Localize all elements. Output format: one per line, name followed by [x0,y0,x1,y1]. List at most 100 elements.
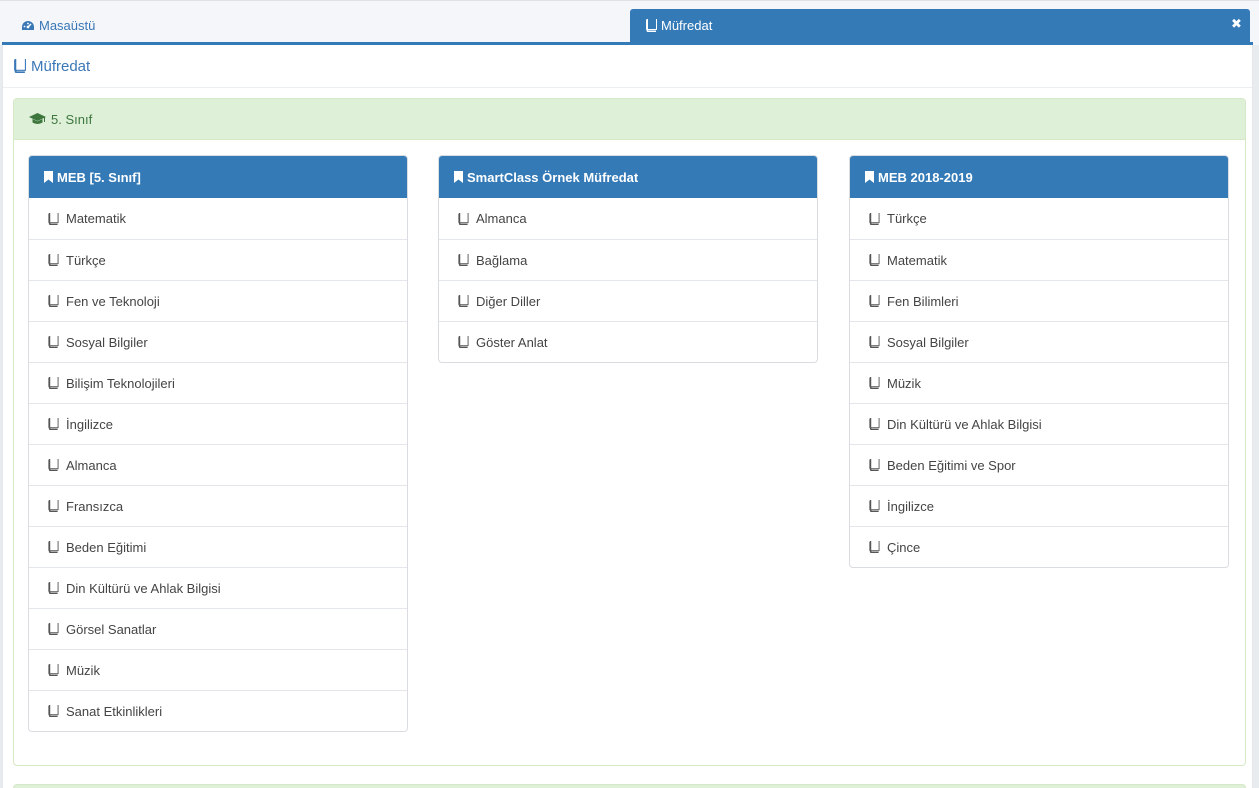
subject-label: Matematik [887,252,947,268]
subject-label: Fransızca [66,498,124,514]
curriculum-card-heading[interactable]: MEB [5. Sınıf] [29,156,407,198]
book-icon [47,582,59,594]
curriculum-title: MEB [5. Sınıf] [57,169,141,185]
book-icon [457,212,469,225]
tab-label: Müfredat [661,18,713,33]
subject-label: Müzik [887,375,921,391]
subject-item[interactable]: Fen Bilimleri [850,280,1228,321]
book-icon [868,459,880,471]
book-icon [47,254,59,266]
subject-label: Almanca [476,211,527,226]
book-icon [868,541,880,553]
subject-label: Almanca [66,457,117,473]
subject-label: Matematik [66,211,126,226]
subject-label: Bilişim Teknolojileri [66,375,175,391]
subject-item[interactable]: Almanca [439,198,817,239]
subject-item[interactable]: Matematik [29,198,407,239]
subject-label: Din Kültürü ve Ahlak Bilgisi [66,580,221,596]
book-icon [47,459,59,471]
subject-label: Türkçe [66,252,106,268]
subject-label: Görsel Sanatlar [66,621,157,637]
curriculum-card-heading[interactable]: SmartClass Örnek Müfredat [439,156,817,198]
book-icon [868,254,880,266]
grade-heading[interactable]: 5. Sınıf [14,99,1245,140]
tab-masaustu[interactable]: Masaüstü [12,9,212,42]
book-icon [47,500,59,512]
subject-item[interactable]: Türkçe [29,239,407,280]
subject-list: Matematik Türkçe Fen ve Teknoloji Sosyal Bi… [29,198,407,731]
dashboard-icon [21,20,35,32]
subject-item[interactable]: Görsel Sanatlar [29,608,407,649]
subject-item[interactable]: Beden Eğitimi [29,526,407,567]
page-title: Müfredat [31,57,91,75]
subject-label: Sanat Etkinlikleri [66,703,163,719]
subject-label: Sosyal Bilgiler [66,334,148,350]
subject-item[interactable]: Müzik [29,649,407,690]
book-icon [47,664,59,676]
subject-label: İngilizce [887,498,934,514]
subject-item[interactable]: Fen ve Teknoloji [29,280,407,321]
book-icon [47,541,59,553]
subject-label: Müzik [66,662,100,678]
curriculum-card-meb-2018: MEB 2018-2019 Türkçe Matematik Fen Bilimle… [849,155,1229,568]
book-icon [457,254,469,266]
book-icon [645,19,657,32]
bookmark-icon [454,171,463,183]
curriculum-title: SmartClass Örnek Müfredat [467,169,639,185]
book-icon [868,212,880,225]
book-icon [47,705,59,717]
curriculum-card-smartclass: SmartClass Örnek Müfredat Almanca Bağlama… [438,155,818,363]
subject-item[interactable]: Beden Eğitimi ve Spor [850,444,1228,485]
subject-list: Türkçe Matematik Fen Bilimleri Sosyal Bilgi… [850,198,1228,567]
subject-label: Din Kültürü ve Ahlak Bilgisi [887,416,1042,432]
book-icon [868,418,880,430]
subject-label: Diğer Diller [476,293,541,309]
book-icon [47,377,59,389]
book-icon [868,500,880,512]
curriculum-card-heading[interactable]: MEB 2018-2019 [850,156,1228,198]
tab-bar: Masaüstü Müfredat ✖ [0,0,1259,46]
subject-item[interactable]: Sanat Etkinlikleri [29,690,407,731]
subject-item[interactable]: Çince [850,526,1228,567]
grade-title: 5. Sınıf [51,111,93,127]
curriculum-title: MEB 2018-2019 [878,169,973,185]
page-header: Müfredat [3,45,1252,88]
book-icon [47,623,59,635]
subject-item[interactable]: Fransızca [29,485,407,526]
subject-item[interactable]: Din Kültürü ve Ahlak Bilgisi [850,403,1228,444]
book-icon [868,336,880,348]
subject-item[interactable]: İngilizce [850,485,1228,526]
book-icon [868,295,880,307]
subject-item[interactable]: Matematik [850,239,1228,280]
subject-item[interactable]: Müzik [850,362,1228,403]
subject-label: Fen Bilimleri [887,293,959,309]
subject-item[interactable]: Bağlama [439,239,817,280]
subject-item[interactable]: Bilişim Teknolojileri [29,362,407,403]
subject-item[interactable]: Diğer Diller [439,280,817,321]
subject-label: Sosyal Bilgiler [887,334,969,350]
graduation-cap-icon [29,113,46,125]
subject-label: Çince [887,539,921,555]
tab-mufredat[interactable]: Müfredat ✖ [630,9,1250,42]
book-icon [13,59,26,73]
subject-label: Fen ve Teknoloji [66,293,160,309]
book-icon [868,377,880,389]
bookmark-icon [44,171,53,183]
subject-label: Göster Anlat [476,334,548,350]
book-icon [47,336,59,348]
subject-item[interactable]: Din Kültürü ve Ahlak Bilgisi [29,567,407,608]
subject-label: Beden Eğitimi ve Spor [887,457,1016,473]
book-icon [457,295,469,307]
subject-item[interactable]: İngilizce [29,403,407,444]
subject-label: Beden Eğitimi [66,539,147,555]
tab-label: Masaüstü [39,18,96,33]
subject-label: İngilizce [66,416,113,432]
subject-list: Almanca Bağlama Diğer Diller Göster Anlat [439,198,817,362]
close-icon[interactable]: ✖ [1231,17,1242,30]
subject-item[interactable]: Göster Anlat [439,321,817,362]
subject-item[interactable]: Sosyal Bilgiler [850,321,1228,362]
subject-item[interactable]: Türkçe [850,198,1228,239]
subject-item[interactable]: Sosyal Bilgiler [29,321,407,362]
subject-item[interactable]: Almanca [29,444,407,485]
subject-label: Türkçe [887,211,927,226]
